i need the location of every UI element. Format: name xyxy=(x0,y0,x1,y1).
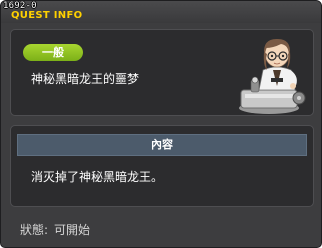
quest-status: 狀態: 可開始 xyxy=(20,221,96,238)
content-header: 內容 xyxy=(17,134,307,156)
status-value: 可開始 xyxy=(54,223,91,237)
quest-summary-panel: 一般 神秘黑暗龙王的噩梦 xyxy=(10,29,314,116)
title-bar[interactable]: 1692-0 QUEST INFO xyxy=(1,1,321,23)
status-label: 狀態: xyxy=(20,223,49,237)
quest-content-panel: 內容 消灭掉了神秘黑暗龙王。 xyxy=(10,125,314,207)
window-title: QUEST INFO xyxy=(11,10,83,21)
quest-category-badge: 一般 xyxy=(23,44,83,61)
quest-info-window: 1692-0 QUEST INFO 一般 神秘黑暗龙王的噩梦 內容 消灭掉了神秘… xyxy=(0,0,322,248)
content-text: 消灭掉了神秘黑暗龙王。 xyxy=(31,170,164,184)
quest-title: 神秘黑暗龙王的噩梦 xyxy=(31,72,140,86)
npc-portrait-icon xyxy=(239,38,306,114)
